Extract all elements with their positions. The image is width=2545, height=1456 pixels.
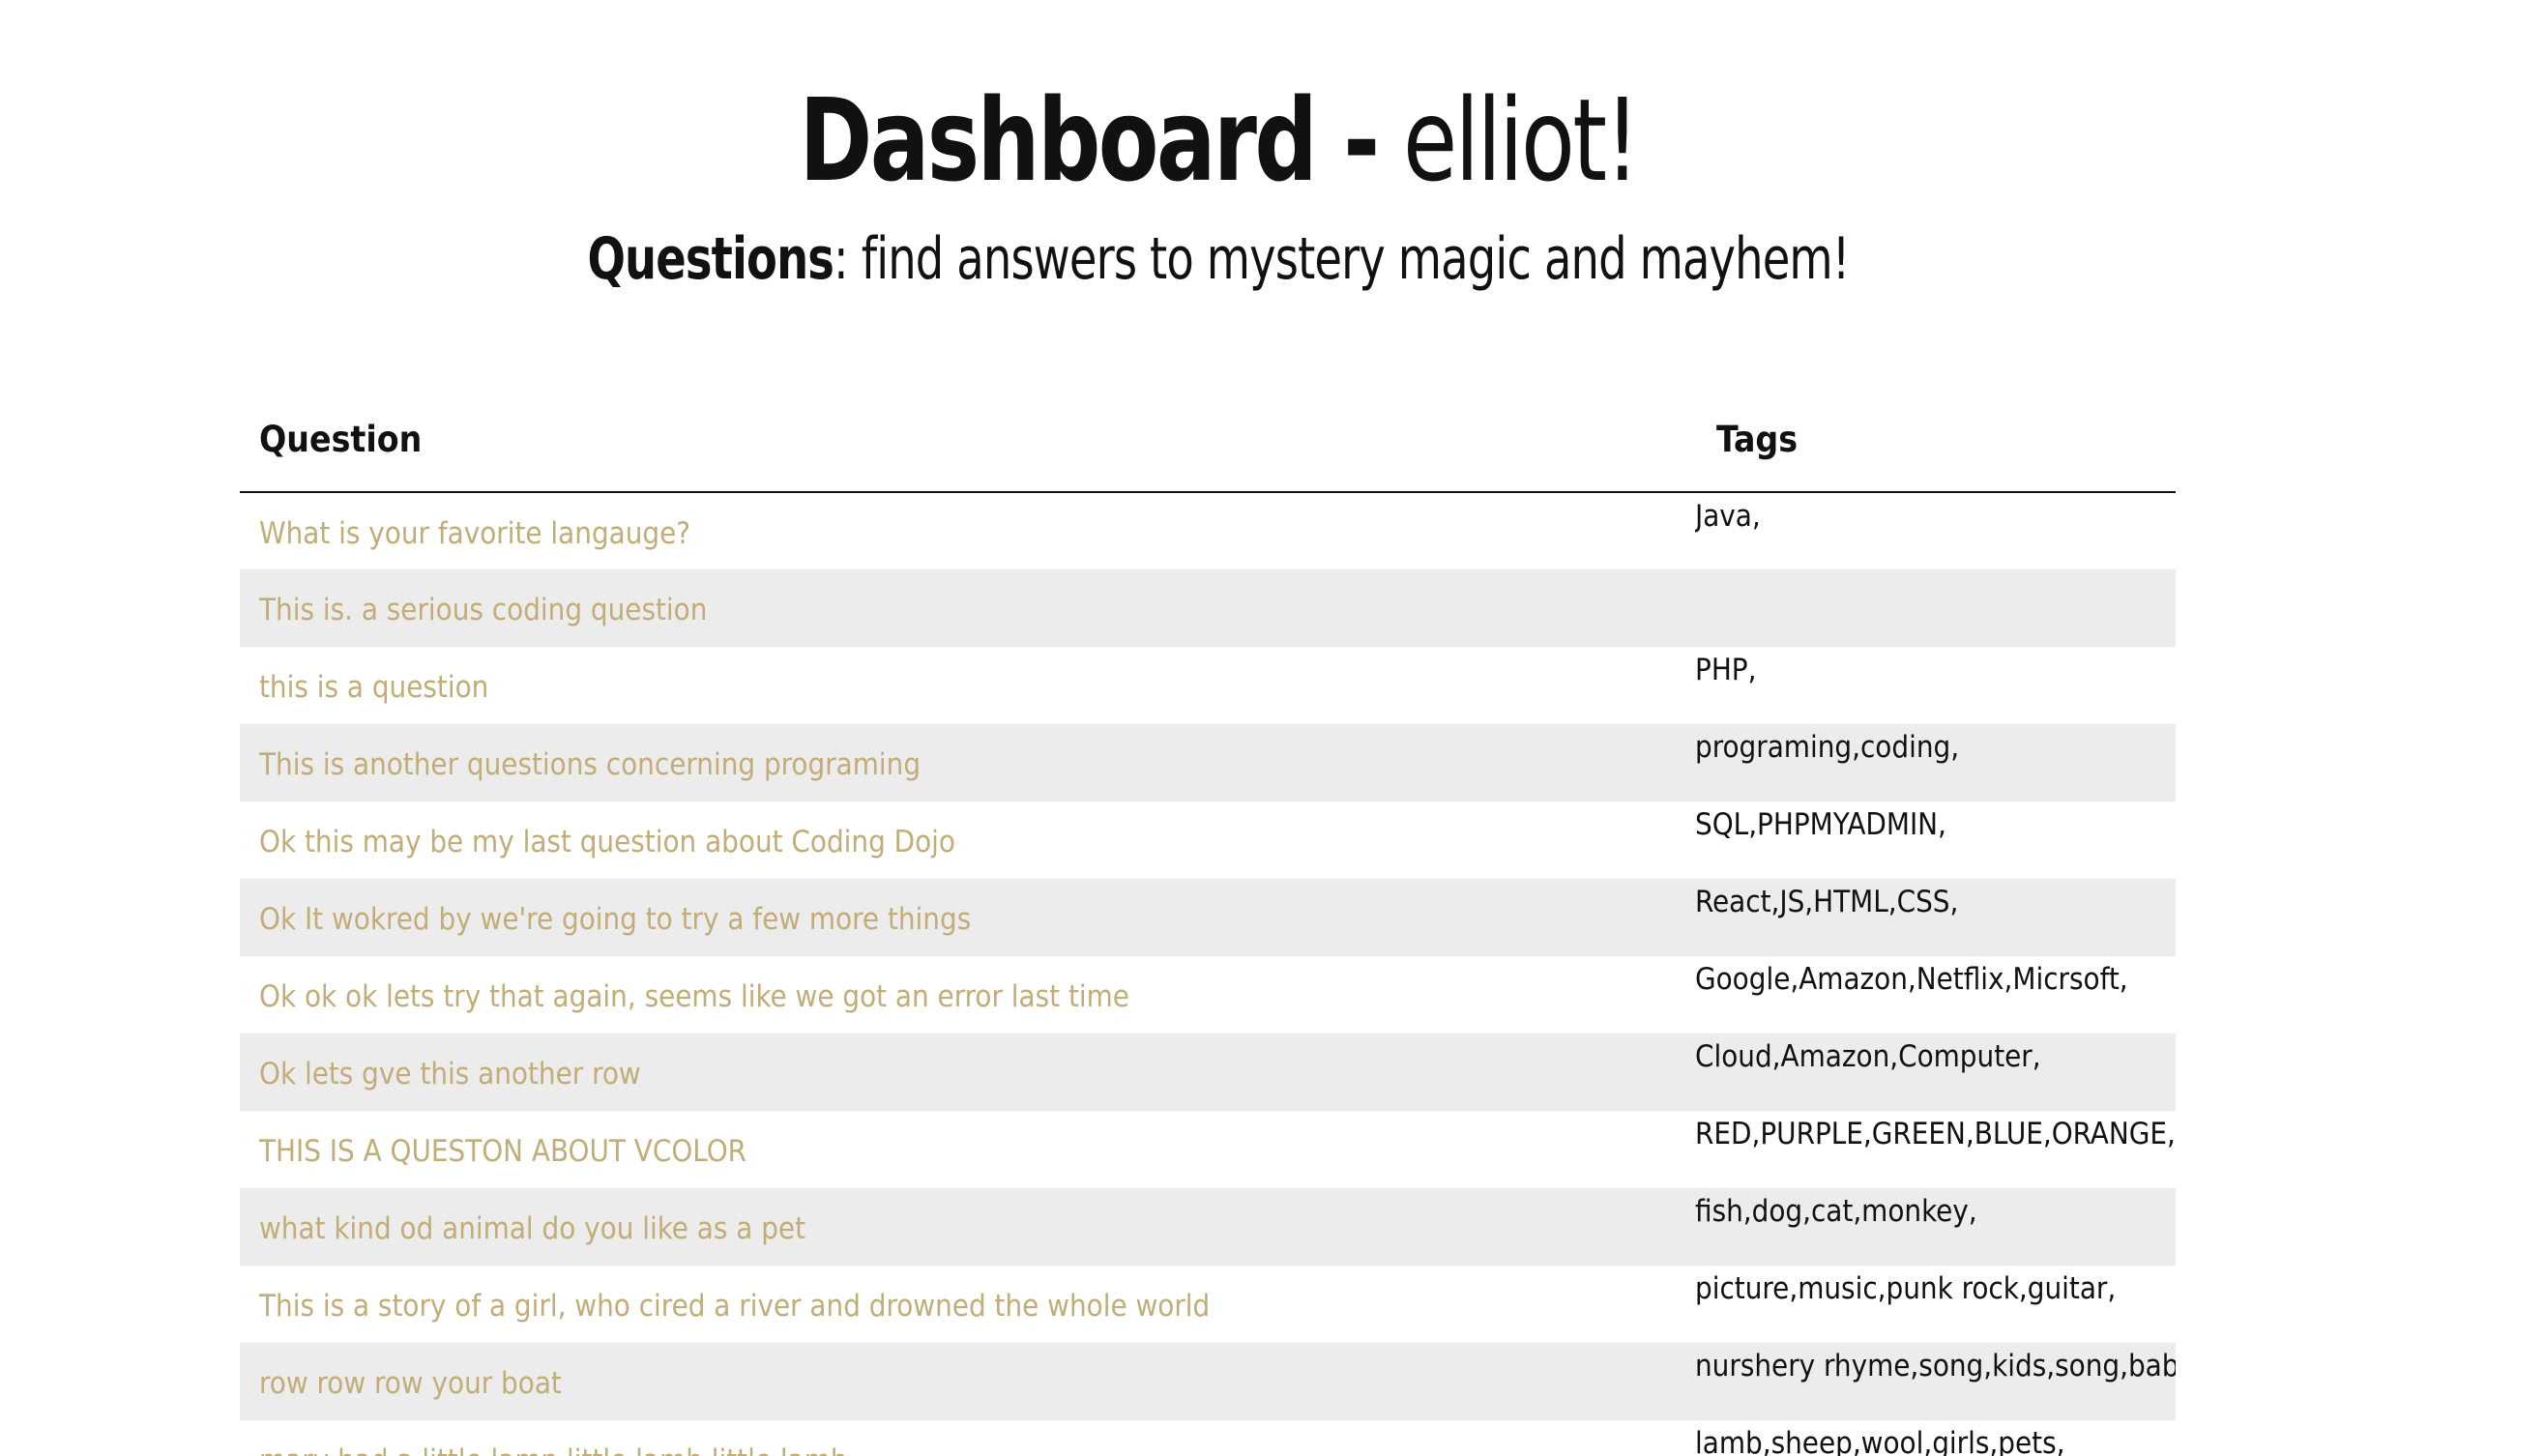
tags-cell: React,JS,HTML,CSS,: [1695, 885, 1959, 919]
tags-cell: picture,music,punk rock,guitar,: [1695, 1271, 2117, 1306]
question-link[interactable]: This is another questions concerning pro…: [259, 747, 921, 782]
dashboard-page: Dashboard - elliot! Questions: find answ…: [0, 0, 2545, 1456]
tags-cell: [1695, 569, 2176, 647]
question-link[interactable]: Ok lets gve this another row: [259, 1057, 641, 1092]
question-link[interactable]: this is a question: [259, 670, 488, 705]
table-header-row: Question Tags: [240, 387, 2176, 493]
table-row: THIS IS A QUESTON ABOUT VCOLOR RED,PURPLE…: [240, 1111, 2176, 1188]
tags-cell: Google,Amazon,Netflix,Micrsoft,: [1695, 962, 2128, 997]
question-cell: This is a story of a girl, who cired a r…: [240, 1266, 1695, 1343]
table-row: row row row your boat nurshery rhyme,song…: [240, 1343, 2176, 1420]
title-dashboard: Dashboard -: [799, 73, 1380, 207]
table-row: This is a story of a girl, who cired a r…: [240, 1266, 2176, 1343]
table-row: Ok lets gve this another row Cloud,Amazon…: [240, 1034, 2176, 1111]
tags-cell: SQL,PHPMYADMIN,: [1695, 807, 1946, 842]
question-cell: THIS IS A QUESTON ABOUT VCOLOR: [240, 1111, 1695, 1188]
question-link[interactable]: mary had a little lamp little lamb littl…: [259, 1443, 848, 1456]
question-link[interactable]: Ok ok ok lets try that again, seems like…: [259, 979, 1129, 1014]
question-link[interactable]: what kind od animal do you like as a pet: [259, 1211, 805, 1246]
question-cell: This is another questions concerning pro…: [240, 724, 1695, 801]
question-link[interactable]: Ok It wokred by we're going to try a few…: [259, 902, 971, 937]
title-username: elliot!: [1403, 73, 1640, 207]
question-cell: Ok ok ok lets try that again, seems like…: [240, 956, 1695, 1034]
tags-cell: RED,PURPLE,GREEN,BLUE,ORANGE,: [1695, 1117, 2176, 1151]
question-link[interactable]: This is. a serious coding question: [259, 593, 707, 627]
question-cell: Ok this may be my last question about Co…: [240, 801, 1695, 879]
column-header-tags: Tags: [1695, 387, 2176, 493]
question-link[interactable]: What is your favorite langauge?: [259, 516, 690, 551]
question-cell: what kind od animal do you like as a pet: [240, 1188, 1695, 1266]
tags-cell: programing,coding,: [1695, 730, 1960, 765]
subtitle-text: : find answers to mystery magic and mayh…: [834, 225, 1850, 293]
tags-cell: Java,: [1695, 499, 1761, 534]
page-title: Dashboard - elliot!: [170, 68, 2266, 213]
question-cell: row row row your boat: [240, 1343, 1695, 1420]
tags-cell: Cloud,Amazon,Computer,: [1695, 1039, 2041, 1074]
questions-table-container: Question Tags What is your favorite lang…: [240, 387, 2176, 1456]
questions-table: Question Tags What is your favorite lang…: [240, 387, 2176, 1456]
subtitle-label: Questions: [587, 225, 834, 293]
page-subtitle: Questions: find answers to mystery magic…: [170, 220, 2266, 298]
question-cell: Ok It wokred by we're going to try a few…: [240, 879, 1695, 956]
question-link[interactable]: THIS IS A QUESTON ABOUT VCOLOR: [259, 1134, 746, 1169]
table-row: what kind od animal do you like as a pet…: [240, 1188, 2176, 1266]
tags-cell: fish,dog,cat,monkey,: [1695, 1194, 1977, 1229]
tags-cell: nurshery rhyme,song,kids,song,babies,: [1695, 1349, 2176, 1383]
table-row: Ok ok ok lets try that again, seems like…: [240, 956, 2176, 1034]
table-row: What is your favorite langauge? Java,: [240, 492, 2176, 569]
question-cell: mary had a little lamp little lamb littl…: [240, 1420, 1695, 1456]
question-cell: This is. a serious coding question: [240, 569, 1695, 647]
table-row: This is another questions concerning pro…: [240, 724, 2176, 801]
question-link[interactable]: This is a story of a girl, who cired a r…: [259, 1289, 1210, 1324]
question-link[interactable]: Ok this may be my last question about Co…: [259, 825, 955, 859]
column-header-question: Question: [240, 387, 1695, 493]
tags-cell: lamb,sheep,wool,girls,pets,: [1695, 1426, 2065, 1456]
page-header: Dashboard - elliot! Questions: find answ…: [0, 68, 2437, 298]
table-body: What is your favorite langauge? Java, This…: [240, 492, 2176, 1456]
tags-cell: PHP,: [1695, 653, 1757, 687]
question-cell: What is your favorite langauge?: [240, 492, 1695, 569]
table-row: Ok this may be my last question about Co…: [240, 801, 2176, 879]
question-link[interactable]: row row row your boat: [259, 1366, 562, 1401]
question-cell: Ok lets gve this another row: [240, 1034, 1695, 1111]
table-row: This is. a serious coding question: [240, 569, 2176, 647]
table-row: Ok It wokred by we're going to try a few…: [240, 879, 2176, 956]
table-row: mary had a little lamp little lamb littl…: [240, 1420, 2176, 1456]
question-cell: this is a question: [240, 647, 1695, 724]
table-row: this is a question PHP,: [240, 647, 2176, 724]
